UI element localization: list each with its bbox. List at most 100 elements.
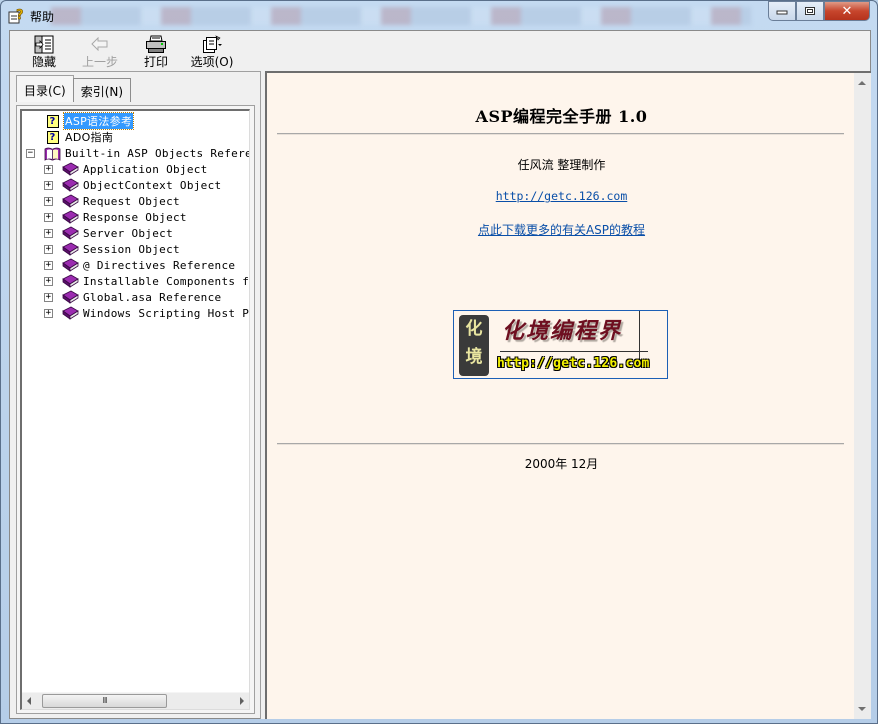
- expand-icon[interactable]: +: [44, 212, 53, 222]
- expand-icon[interactable]: +: [44, 276, 53, 286]
- minimize-button[interactable]: [768, 1, 796, 21]
- banner-seal: 化 境: [459, 315, 489, 376]
- print-button[interactable]: 打印: [128, 31, 184, 71]
- tree-item-label: ObjectContext Object: [83, 178, 222, 192]
- contents-panel: ? ASP语法参考? ADO指南 − Built-in ASP Objects Refe…: [16, 105, 255, 714]
- help-app-icon: ?: [8, 7, 25, 24]
- tree-item-label: Server Object: [83, 226, 173, 240]
- vertical-scrollbar[interactable]: [854, 73, 871, 719]
- nav-tabs: 目录(C) 索引(N): [16, 75, 132, 102]
- print-button-label: 打印: [143, 55, 168, 69]
- contents-tree[interactable]: ? ASP语法参考? ADO指南 − Built-in ASP Objects Refe…: [20, 109, 250, 710]
- printer-icon: [145, 34, 167, 54]
- book-icon: [62, 162, 79, 177]
- tree-item-label: Request Object: [83, 194, 180, 208]
- site-link[interactable]: http://getc.126.com: [496, 189, 628, 203]
- close-icon: ✕: [841, 3, 853, 19]
- book-icon: [62, 290, 79, 305]
- tree-item-label: Installable Components for A: [83, 274, 250, 288]
- download-link[interactable]: 点此下载更多的有关ASP的教程: [478, 223, 645, 237]
- blurred-background: [51, 7, 751, 25]
- expand-icon[interactable]: +: [44, 260, 53, 270]
- author-text: 任风流 整理制作: [517, 158, 606, 172]
- tree-item-label: Application Object: [83, 162, 208, 176]
- svg-text:?: ?: [16, 8, 24, 23]
- tree-item[interactable]: ? ASP语法参考: [44, 112, 135, 130]
- tree-item-label: Built-in ASP Objects Reference: [65, 146, 249, 160]
- tree-item[interactable]: + ObjectContext Object: [44, 177, 222, 193]
- book-icon: [62, 178, 79, 193]
- scroll-left-icon[interactable]: [27, 697, 31, 705]
- tab-index[interactable]: 索引(N): [72, 78, 132, 102]
- scroll-down-icon[interactable]: [858, 707, 866, 711]
- hide-button[interactable]: 隐藏: [16, 31, 72, 71]
- tree-item-label: @ Directives Reference: [83, 258, 236, 272]
- title-bar[interactable]: ? 帮助 ✕: [1, 1, 877, 29]
- options-button[interactable]: 选项(O): [184, 31, 240, 71]
- banner-name: 化境编程界: [502, 318, 623, 344]
- horizontal-scrollbar[interactable]: III: [22, 692, 249, 709]
- client-area: 隐藏 上一步 打印 选项(O) 目录(C) 索引(N) ? ASP语法参考 ? …: [9, 30, 871, 719]
- divider-bottom: [277, 443, 844, 445]
- help-page-icon: ?: [44, 114, 61, 129]
- site-banner[interactable]: 化 境 化境编程界 http://getc.126.com: [453, 310, 668, 379]
- minimize-icon: [776, 10, 788, 15]
- expand-icon[interactable]: +: [44, 164, 53, 174]
- tree-item[interactable]: + Installable Components for A: [44, 273, 250, 289]
- expand-icon[interactable]: +: [44, 292, 53, 302]
- banner-rule: [500, 351, 648, 352]
- book-icon: [62, 226, 79, 241]
- content-pane: ASP编程完全手册 1.0 任风流 整理制作 http://getc.126.c…: [265, 71, 871, 719]
- expand-icon[interactable]: +: [44, 244, 53, 254]
- download-link-container: 点此下载更多的有关ASP的教程: [267, 221, 856, 238]
- tree-item[interactable]: + Application Object: [44, 161, 209, 177]
- tree-item-label: Global.asa Reference: [83, 290, 222, 304]
- tree-item[interactable]: + Global.asa Reference: [44, 289, 222, 305]
- back-button[interactable]: 上一步: [72, 31, 128, 71]
- seal-bottom-char: 境: [465, 347, 483, 367]
- maximize-icon: [805, 7, 815, 15]
- tree-item[interactable]: + Response Object: [44, 209, 188, 225]
- divider: [277, 133, 844, 135]
- book-icon: [62, 274, 79, 289]
- options-icon: [201, 34, 223, 54]
- help-page-icon: ?: [44, 130, 61, 145]
- banner-vertical-rule: [639, 311, 640, 359]
- document: ASP编程完全手册 1.0 任风流 整理制作 http://getc.126.c…: [267, 73, 856, 719]
- site-link-container: http://getc.126.com: [267, 189, 856, 203]
- back-arrow-icon: [89, 34, 111, 54]
- tree-item[interactable]: ? ADO指南: [44, 129, 114, 145]
- navigation-pane: 目录(C) 索引(N) ? ASP语法参考? ADO指南 − Built-in ASP …: [10, 71, 260, 719]
- tree-item[interactable]: + Server Object: [44, 225, 174, 241]
- open-book-icon: [44, 146, 61, 161]
- tree-item-label: ASP语法参考: [62, 112, 135, 130]
- book-icon: [62, 242, 79, 257]
- close-button[interactable]: ✕: [824, 1, 870, 21]
- book-icon: [62, 210, 79, 225]
- collapse-icon[interactable]: −: [26, 148, 35, 158]
- page-title: ASP编程完全手册 1.0: [475, 107, 648, 126]
- tree-item-label: Windows Scripting Host Progr: [83, 306, 250, 320]
- window-title: 帮助: [30, 10, 55, 24]
- expand-icon[interactable]: +: [44, 196, 53, 206]
- options-button-label: 选项(O): [190, 55, 234, 69]
- scroll-right-icon[interactable]: [240, 697, 244, 705]
- tab-contents[interactable]: 目录(C): [16, 75, 74, 102]
- back-button-label: 上一步: [81, 55, 118, 69]
- scroll-up-icon[interactable]: [858, 81, 866, 85]
- hide-button-label: 隐藏: [31, 55, 56, 69]
- tree-item[interactable]: + @ Directives Reference: [44, 257, 236, 273]
- maximize-button[interactable]: [796, 1, 824, 21]
- scrollbar-thumb[interactable]: III: [42, 694, 167, 708]
- tree-item-label: Response Object: [83, 210, 187, 224]
- hide-pane-icon: [33, 34, 55, 54]
- help-window: ? 帮助 ✕ 隐藏 上一步 打印 选项(O) 目录(C) 索引(N) ? ASP…: [0, 0, 878, 724]
- expand-icon[interactable]: +: [44, 228, 53, 238]
- tree-item[interactable]: − Built-in ASP Objects Reference: [26, 145, 249, 161]
- tree-item[interactable]: + Request Object: [44, 193, 181, 209]
- tree-item[interactable]: + Session Object: [44, 241, 181, 257]
- expand-icon[interactable]: +: [44, 180, 53, 190]
- tree-item-label: ADO指南: [65, 131, 114, 144]
- tree-item[interactable]: + Windows Scripting Host Progr: [44, 305, 250, 321]
- expand-icon[interactable]: +: [44, 308, 53, 318]
